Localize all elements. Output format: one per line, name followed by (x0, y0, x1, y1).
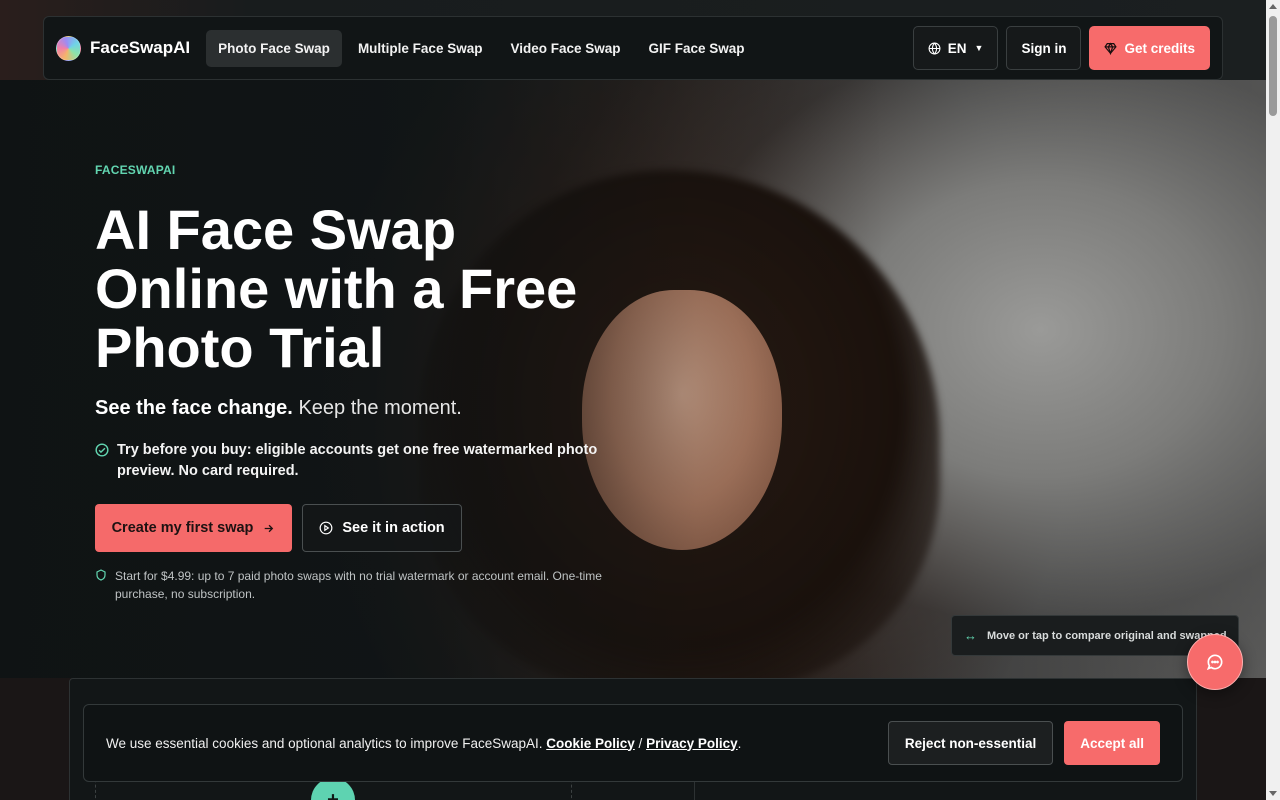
nav-link-photo-face-swap[interactable]: Photo Face Swap (206, 29, 342, 67)
cookie-period: . (737, 735, 742, 751)
brand-logo-icon[interactable] (56, 35, 81, 61)
hero-headline: AI Face Swap Online with a Free Photo Tr… (95, 198, 578, 379)
scroll-down-arrow-icon[interactable] (1269, 791, 1277, 796)
plus-icon: + (327, 788, 339, 800)
pricing-note: Start for $4.99: up to 7 paid photo swap… (95, 567, 615, 603)
cookie-actions: Reject non-essential Accept all (887, 721, 1160, 765)
cookie-banner: We use essential cookies and optional an… (83, 704, 1183, 782)
cookie-policy-link[interactable]: Cookie Policy (546, 736, 635, 751)
chat-bubble-icon (1206, 654, 1223, 671)
arrow-right-icon (265, 524, 274, 532)
get-credits-label: Get credits (1124, 40, 1195, 56)
nav-link-gif-face-swap[interactable]: GIF Face Swap (637, 30, 757, 67)
subhead-light: Keep the moment. (298, 397, 462, 419)
cookie-separator: / (638, 735, 643, 751)
arrows-horizontal-icon: ↔ (964, 628, 977, 643)
language-label: EN (947, 40, 967, 56)
cookie-message: We use essential cookies and optional an… (106, 736, 741, 751)
scroll-thumb[interactable] (1269, 16, 1277, 116)
chat-support-button[interactable] (1187, 634, 1243, 690)
shield-icon (96, 569, 106, 581)
page-scrollbar[interactable] (1266, 0, 1280, 800)
gem-icon (1104, 42, 1118, 55)
see-it-in-action-label: See it in action (342, 520, 445, 536)
nav-links: Photo Face Swap Multiple Face Swap Video… (206, 29, 757, 67)
reject-non-essential-button[interactable]: Reject non-essential (887, 721, 1054, 765)
see-it-in-action-button[interactable]: See it in action (302, 504, 462, 552)
language-selector[interactable]: EN ▼ (912, 26, 999, 70)
cookie-text: We use essential cookies and optional an… (106, 735, 543, 751)
trial-note-text: Try before you buy: eligible accounts ge… (117, 442, 598, 479)
caret-down-icon: ▼ (974, 43, 984, 53)
sign-in-button[interactable]: Sign in (1006, 26, 1082, 70)
check-circle-icon (95, 443, 109, 457)
create-first-swap-button[interactable]: Create my first swap (95, 504, 292, 552)
compare-hint-text: Move or tap to compare original and swap… (987, 629, 1227, 642)
nav-link-multiple-face-swap[interactable]: Multiple Face Swap (346, 30, 495, 67)
subhead-bold: See the face change. (95, 397, 293, 419)
brand-name[interactable]: FaceSwapAI (90, 38, 190, 58)
create-first-swap-label: Create my first swap (111, 520, 254, 536)
privacy-policy-link[interactable]: Privacy Policy (646, 736, 738, 751)
scroll-up-arrow-icon[interactable] (1269, 4, 1277, 9)
top-navbar: FaceSwapAI Photo Face Swap Multiple Face… (43, 16, 1223, 80)
hero-subhead: See the face change. Keep the moment. (95, 397, 462, 420)
nav-link-video-face-swap[interactable]: Video Face Swap (498, 30, 632, 67)
play-circle-icon (319, 521, 333, 535)
hero-eyebrow: FACESWAPAI (95, 163, 176, 177)
pricing-note-text: Start for $4.99: up to 7 paid photo swap… (115, 569, 602, 601)
globe-icon (928, 42, 941, 54)
get-credits-button[interactable]: Get credits (1089, 26, 1210, 70)
trial-note: Try before you buy: eligible accounts ge… (95, 440, 605, 482)
accept-all-button[interactable]: Accept all (1064, 721, 1160, 765)
nav-actions: EN ▼ Sign in Get credits (912, 26, 1210, 70)
